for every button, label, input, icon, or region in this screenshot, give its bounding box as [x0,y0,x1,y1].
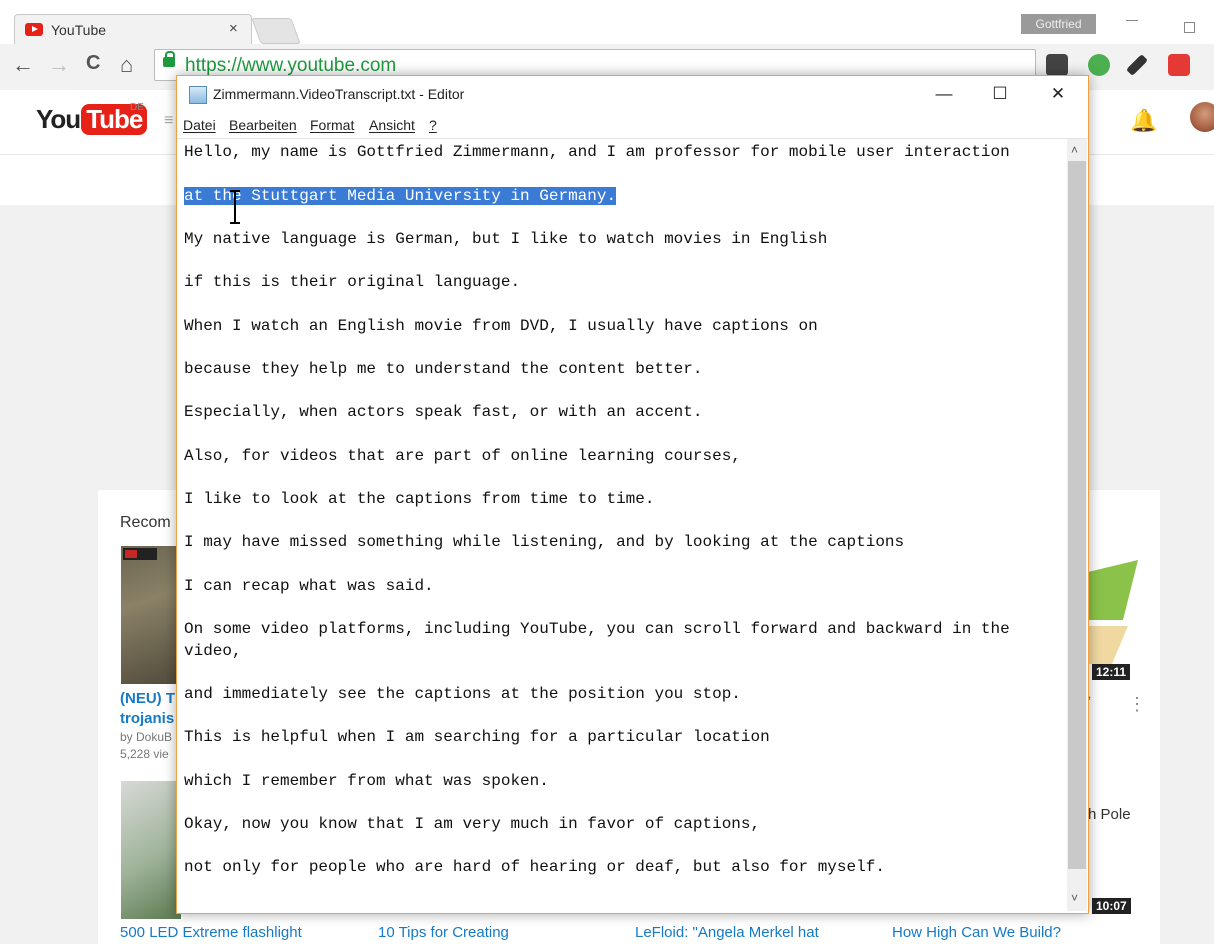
text-line: On some video platforms, including YouTu… [184,618,1010,640]
video-title[interactable]: LeFloid: "Angela Merkel hat [635,924,819,941]
text-line: video, [184,640,242,662]
line-text: Especially, when actors speak fast, or w… [184,403,703,421]
video-thumbnail[interactable] [121,781,181,919]
profile-badge[interactable]: Gottfried [1021,14,1096,34]
maximize-button[interactable]: ☐ [977,76,1023,112]
line-text: because they help me to understand the c… [184,360,703,378]
menu-help[interactable]: ? [429,117,437,133]
line-text: I like to look at the captions from time… [184,490,655,508]
scroll-up-icon[interactable]: ˄ [1071,143,1078,157]
more-options-icon[interactable]: ⋮ [1128,694,1146,715]
line-text: and immediately see the captions at the … [184,685,741,703]
menu-format[interactable]: Format [310,117,354,133]
avatar[interactable] [1190,102,1214,132]
video-title[interactable]: 10 Tips for Creating [378,924,509,941]
logo-region: DE [130,102,144,113]
vertical-scrollbar[interactable]: ˄ ˅ [1067,139,1087,911]
url-text[interactable]: https://www.youtube.com [185,55,396,77]
text-line: This is helpful when I am searching for … [184,726,770,748]
line-text: if this is their original language. [184,273,521,291]
browser-tabstrip: YouTube × Gottfried [0,0,1214,45]
video-duration: 10:07 [1092,898,1131,914]
text-line: because they help me to understand the c… [184,358,702,380]
menu-bar: Datei Bearbeiten Format Ansicht ? [177,112,1088,139]
browser-minimize-icon[interactable] [1126,20,1138,21]
video-title[interactable]: (NEU) T [120,690,175,707]
line-text: Hello, my name is Gottfried Zimmermann, … [184,143,1010,161]
video-title[interactable]: How High Can We Build? [892,924,1061,941]
video-views: 5,228 vie [120,747,169,761]
logo-you: You [36,104,81,134]
bell-icon[interactable]: 🔔 [1130,108,1157,134]
line-text: This is helpful when I am searching for … [184,728,770,746]
browser-restore-icon[interactable] [1184,22,1195,33]
video-thumbnail[interactable] [1088,560,1140,664]
video-title-fragment[interactable]: h Pole [1088,806,1131,823]
notepad-titlebar[interactable]: Zimmermann.VideoTranscript.txt - Editor … [177,76,1088,112]
text-area[interactable]: Hello, my name is Gottfried Zimmermann, … [177,139,1067,911]
line-text: not only for people who are hard of hear… [184,858,885,876]
tab-close-icon[interactable]: × [229,20,238,37]
video-duration: 12:11 [1092,664,1131,680]
line-text: which I remember from what was spoken. [184,772,549,790]
scroll-down-icon[interactable]: ˅ [1071,891,1078,905]
text-line: at the Stuttgart Media University in Ger… [184,185,617,207]
text-line: Okay, now you know that I am very much i… [184,813,760,835]
text-line: which I remember from what was spoken. [184,770,549,792]
text-line: if this is their original language. [184,271,520,293]
youtube-favicon-icon [25,23,43,36]
text-line: Also, for videos that are part of online… [184,445,741,467]
line-text: Also, for videos that are part of online… [184,447,741,465]
menu-datei[interactable]: Datei [183,117,216,133]
text-line: I like to look at the captions from time… [184,488,654,510]
tab-title: YouTube [51,22,107,38]
video-thumbnail[interactable] [121,546,181,684]
text-line: I can recap what was said. [184,575,434,597]
line-text: When I watch an English movie from DVD, … [184,317,818,335]
selected-text: at the Stuttgart Media University in Ger… [184,187,617,205]
lock-icon [163,51,175,67]
back-arrow-icon[interactable]: ← [12,52,34,78]
extension-evernote-icon[interactable] [1046,54,1068,76]
recommended-heading: Recom [120,514,171,531]
new-tab-button[interactable] [251,18,301,44]
text-line: When I watch an English movie from DVD, … [184,315,818,337]
line-text: I may have missed something while listen… [184,533,905,551]
browser-tab-youtube[interactable]: YouTube × [14,14,252,45]
text-line: Especially, when actors speak fast, or w… [184,401,702,423]
text-line: Hello, my name is Gottfried Zimmermann, … [184,141,1010,163]
text-line: not only for people who are hard of hear… [184,856,885,878]
video-title-line2[interactable]: trojanis [120,710,174,727]
notepad-icon [189,86,207,104]
line-text: video, [184,642,242,660]
menu-bearbeiten[interactable]: Bearbeiten [229,117,297,133]
video-channel[interactable]: by DokuB [120,730,172,744]
extension-eyedropper-icon[interactable] [1126,54,1148,76]
menu-ansicht[interactable]: Ansicht [369,117,415,133]
video-title[interactable]: 500 LED Extreme flashlight [120,924,302,941]
home-icon[interactable]: ⌂ [120,52,133,78]
forward-arrow-icon[interactable]: → [48,52,70,78]
close-button[interactable]: ✕ [1035,76,1081,112]
extension-red-icon[interactable] [1168,54,1190,76]
text-line: I may have missed something while listen… [184,531,904,553]
line-text: On some video platforms, including YouTu… [184,620,1010,638]
text-line: and immediately see the captions at the … [184,683,741,705]
line-text: My native language is German, but I like… [184,230,828,248]
reload-icon[interactable]: C [86,52,100,75]
text-cursor-icon [230,190,240,224]
text-line: My native language is German, but I like… [184,228,827,250]
line-text: Okay, now you know that I am very much i… [184,815,761,833]
line-text: I can recap what was said. [184,577,434,595]
minimize-button[interactable]: — [921,76,967,112]
window-title: Zimmermann.VideoTranscript.txt - Editor [213,86,465,102]
channel-badge-icon [123,548,157,560]
scrollbar-thumb[interactable] [1068,161,1086,869]
menu-icon[interactable]: ≡ [164,112,173,130]
extension-green-icon[interactable] [1088,54,1110,76]
notepad-window: Zimmermann.VideoTranscript.txt - Editor … [176,75,1089,914]
